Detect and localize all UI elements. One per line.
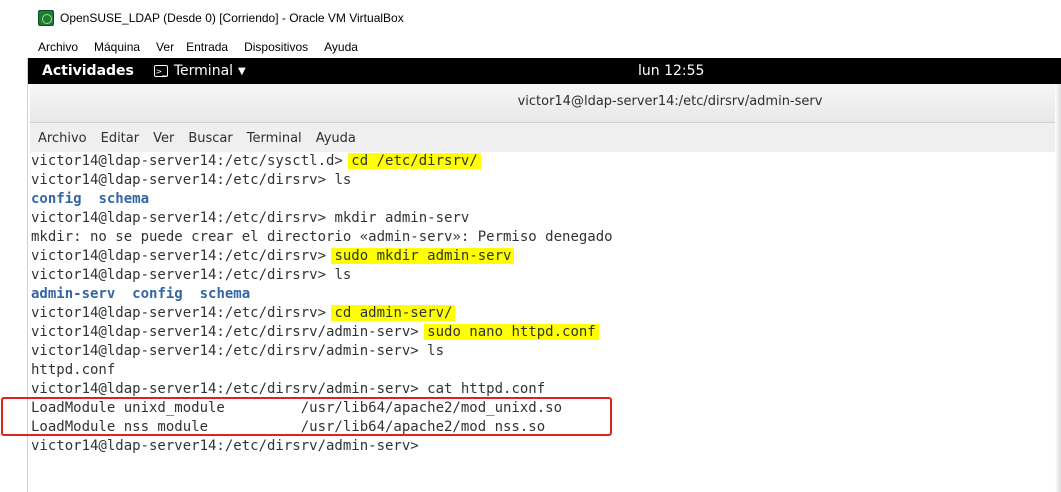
terminal-output[interactable]: victor14@ldap-server14:/etc/sysctl.d> cd… [31, 152, 1055, 492]
gnome-top-bar: Actividades >_ Terminal ▼ lun 12:55 [28, 58, 1061, 84]
app-menu-label: Terminal [173, 63, 234, 79]
activities-button[interactable]: Actividades [42, 63, 134, 79]
virtualbox-titlebar: OpenSUSE_LDAP (Desde 0) [Corriendo] - Or… [0, 0, 1061, 36]
terminal-headerbar[interactable]: victor14@ldap-server14:/etc/dirsrv/admin… [30, 84, 1055, 123]
terminal-icon: >_ [153, 65, 168, 77]
terminal-line: victor14@ldap-server14:/etc/dirsrv> mkdi… [31, 210, 470, 226]
term-menu-terminal[interactable]: Terminal [247, 131, 302, 146]
term-menu-editar[interactable]: Editar [101, 131, 140, 146]
term-menu-ver[interactable]: Ver [153, 131, 174, 146]
directory-name: admin-serv [31, 286, 116, 302]
directory-name: config [132, 286, 183, 302]
vb-menu-ayuda[interactable]: Ayuda [324, 40, 358, 54]
vb-menu-entrada[interactable]: Entrada [186, 40, 228, 54]
terminal-line: victor14@ldap-server14:/etc/dirsrv> ls [31, 172, 352, 188]
terminal-line: victor14@ldap-server14:/etc/dirsrv/admin… [31, 438, 428, 454]
vb-menu-dispositivos[interactable]: Dispositivos [244, 40, 308, 54]
terminal-line: victor14@ldap-server14:/etc/dirsrv> ls [31, 267, 352, 283]
terminal-line: httpd.conf [31, 362, 116, 378]
red-annotation-box [1, 397, 612, 436]
terminal-menubar: Archivo Editar Ver Buscar Terminal Ayuda [30, 123, 1055, 154]
terminal-line: mkdir: no se puede crear el directorio «… [31, 229, 613, 245]
terminal-line: victor14@ldap-server14:/etc/dirsrv/admin… [31, 323, 599, 342]
vb-menu-maquina[interactable]: Máquina [94, 40, 140, 54]
vb-menu-archivo[interactable]: Archivo [38, 40, 78, 54]
directory-name: schema [98, 191, 150, 207]
terminal-line: victor14@ldap-server14:/etc/sysctl.d> cd… [31, 152, 481, 171]
app-menu-button[interactable]: >_ Terminal ▼ [153, 63, 246, 79]
directory-name: schema [199, 286, 251, 302]
caret-down-icon: ▼ [238, 65, 246, 77]
term-menu-ayuda[interactable]: Ayuda [316, 131, 356, 146]
directory-name: config [31, 191, 82, 207]
terminal-line: victor14@ldap-server14:/etc/dirsrv> sudo… [31, 247, 515, 266]
terminal-line: victor14@ldap-server14:/etc/dirsrv> cd a… [31, 304, 456, 323]
window-edge-shadow [1055, 84, 1061, 492]
terminal-line: admin-serv config schema [31, 285, 250, 304]
highlighted-command: sudo mkdir admin-serv [331, 248, 515, 264]
highlighted-command: cd admin-serv/ [331, 305, 456, 321]
terminal-window-title: victor14@ldap-server14:/etc/dirsrv/admin… [517, 94, 823, 109]
term-menu-buscar[interactable]: Buscar [188, 131, 232, 146]
terminal-line: config schema [31, 190, 149, 209]
virtualbox-window-title: OpenSUSE_LDAP (Desde 0) [Corriendo] - Or… [60, 11, 404, 25]
vb-menu-ver[interactable]: Ver [156, 40, 174, 54]
clock[interactable]: lun 12:55 [638, 63, 704, 79]
highlighted-command: cd /etc/dirsrv/ [348, 153, 481, 169]
terminal-line: victor14@ldap-server14:/etc/dirsrv/admin… [31, 343, 445, 359]
virtualbox-menubar: Archivo Máquina Ver Entrada Dispositivos… [0, 36, 1061, 58]
virtualbox-app-icon [38, 10, 54, 26]
term-menu-archivo[interactable]: Archivo [38, 131, 87, 146]
highlighted-command: sudo nano httpd.conf [424, 324, 599, 340]
